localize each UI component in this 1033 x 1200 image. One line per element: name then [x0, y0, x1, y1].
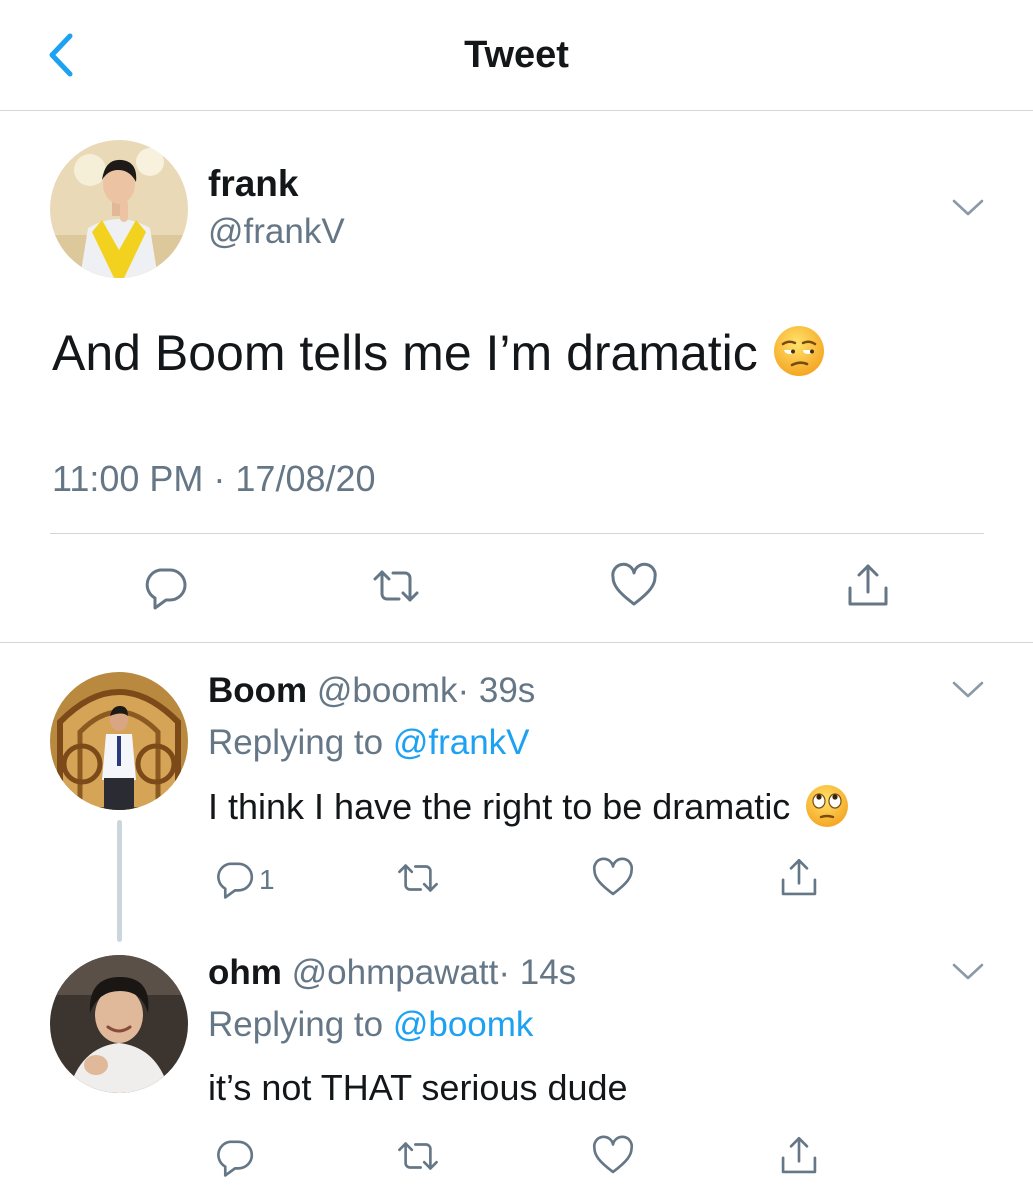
chevron-down-icon	[952, 681, 984, 698]
like-button[interactable]	[590, 1133, 636, 1179]
reply-author-handle[interactable]: @boomk	[317, 671, 458, 710]
reply-author-name[interactable]: Boom	[208, 671, 307, 710]
reply-button[interactable]	[140, 560, 192, 612]
avatar-image	[50, 140, 188, 278]
replying-to-label: Replying to	[208, 1005, 384, 1044]
heart-icon	[611, 562, 657, 606]
reply-text: I think I have the right to be dramatic	[208, 783, 850, 830]
retweet-icon	[398, 1142, 438, 1170]
replying-to-label: Replying to	[208, 723, 384, 762]
share-button[interactable]	[842, 560, 894, 612]
reply-count: 1	[259, 864, 275, 895]
avatar-image	[50, 672, 188, 810]
chevron-down-icon	[952, 963, 984, 980]
share-icon	[781, 858, 817, 896]
reply-text-content: I think I have the right to be dramatic	[208, 786, 791, 827]
avatar-boom[interactable]	[50, 672, 188, 810]
replying-to: Replying to @boomk	[208, 1003, 533, 1047]
author-handle[interactable]: @frankV	[208, 210, 345, 254]
retweet-button[interactable]	[395, 1133, 441, 1179]
author-name[interactable]: frank	[208, 162, 298, 206]
avatar-image	[50, 955, 188, 1093]
retweet-button[interactable]	[395, 855, 441, 901]
replying-to: Replying to @frankV	[208, 721, 530, 765]
avatar-frank[interactable]	[50, 140, 188, 278]
tweet-timestamp[interactable]: 11:00 PM · 17/08/20	[52, 456, 376, 502]
reply-text: it’s not THAT serious dude	[208, 1067, 628, 1108]
heart-icon	[592, 1135, 634, 1174]
thread-connector-line	[117, 820, 122, 942]
retweet-icon	[373, 570, 419, 602]
retweet-icon	[398, 864, 438, 892]
share-icon	[781, 1136, 817, 1174]
reply-icon	[217, 1140, 254, 1177]
reply-time[interactable]: · 14s	[498, 953, 576, 992]
share-button[interactable]	[776, 855, 822, 901]
avatar-ohm[interactable]	[50, 955, 188, 1093]
reply-options-button[interactable]	[951, 962, 985, 982]
tweet-text-content: And Boom tells me I’m dramatic	[52, 325, 758, 381]
page-title: Tweet	[464, 34, 569, 76]
share-button[interactable]	[776, 1133, 822, 1179]
reply-header: ohm @ohmpawatt· 14s	[208, 951, 576, 995]
retweet-button[interactable]	[370, 560, 422, 612]
tweet-text: And Boom tells me I’m dramatic	[52, 322, 826, 384]
replying-to-handle[interactable]: @boomk	[393, 1005, 534, 1044]
like-button[interactable]	[590, 855, 636, 901]
unamused-face-icon	[772, 324, 826, 378]
heart-icon	[592, 857, 634, 896]
tweet-options-button[interactable]	[951, 198, 985, 218]
replying-to-handle[interactable]: @frankV	[393, 723, 530, 762]
reply-options-button[interactable]	[951, 680, 985, 700]
reply-button[interactable]	[212, 1133, 258, 1179]
like-button[interactable]	[608, 560, 660, 612]
reply-button[interactable]	[212, 855, 258, 901]
reply-author-name[interactable]: ohm	[208, 953, 282, 992]
reply-author-handle[interactable]: @ohmpawatt	[292, 953, 499, 992]
reply-icon	[217, 862, 254, 899]
divider	[50, 533, 984, 534]
reply-icon	[145, 568, 187, 610]
share-icon	[848, 564, 888, 606]
chevron-down-icon	[952, 199, 984, 216]
reply-time[interactable]: · 39s	[457, 671, 535, 710]
eye-roll-face-icon	[804, 783, 850, 829]
reply-header: Boom @boomk· 39s	[208, 669, 535, 713]
divider	[0, 642, 1033, 643]
